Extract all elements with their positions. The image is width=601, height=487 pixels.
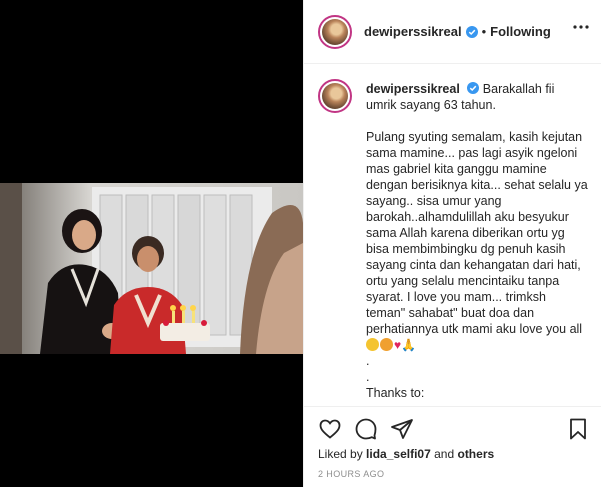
caption-text: dewiperssikreal Barakallah fii umrik say… <box>366 81 588 401</box>
video-still <box>0 183 303 354</box>
more-options-icon[interactable] <box>572 24 590 30</box>
post-timestamp[interactable]: 2 HOURS AGO <box>318 469 384 479</box>
post-detail-panel: dewiperssikreal • Following dewiperssikr… <box>303 0 601 487</box>
author-avatar[interactable] <box>318 14 352 49</box>
caption-comment: dewiperssikreal Barakallah fii umrik say… <box>318 79 588 401</box>
following-button[interactable]: Following <box>490 24 551 39</box>
caption-body: Pulang syuting semalam, kasih kejutan sa… <box>366 130 588 336</box>
likes-others-link[interactable]: others <box>457 447 494 461</box>
author-username[interactable]: dewiperssikreal <box>364 24 462 39</box>
post-media[interactable] <box>0 0 303 487</box>
caption-avatar[interactable] <box>318 79 352 113</box>
comment-icon[interactable] <box>354 417 378 441</box>
action-bar <box>304 406 601 446</box>
liked-by-user[interactable]: lida_selfi07 <box>366 447 431 461</box>
header-separator: • <box>481 24 487 39</box>
share-icon[interactable] <box>390 417 414 441</box>
caption-dot-2: . <box>366 370 370 384</box>
caption-scroll-area[interactable]: dewiperssikreal Barakallah fii umrik say… <box>304 65 601 406</box>
post-header: dewiperssikreal • Following <box>304 0 601 64</box>
post-video[interactable] <box>0 183 303 354</box>
bookmark-icon[interactable] <box>566 417 590 441</box>
likes-joiner: and <box>434 447 455 461</box>
hugging-emoji-icon <box>380 338 393 351</box>
smiling-emoji-icon <box>366 338 379 351</box>
caption-dot-1: . <box>366 354 370 368</box>
caption-username[interactable]: dewiperssikreal <box>366 82 460 96</box>
folded-hands-emoji-icon: 🙏 <box>401 338 417 352</box>
likes-prefix: Liked by <box>318 447 363 461</box>
verified-badge-icon <box>467 82 480 94</box>
likes-summary: Liked by lida_selfi07 and others <box>318 447 494 461</box>
caption-thanks: Thanks to: <box>366 386 425 400</box>
heart-icon[interactable] <box>318 417 342 441</box>
verified-badge-icon <box>465 25 478 38</box>
